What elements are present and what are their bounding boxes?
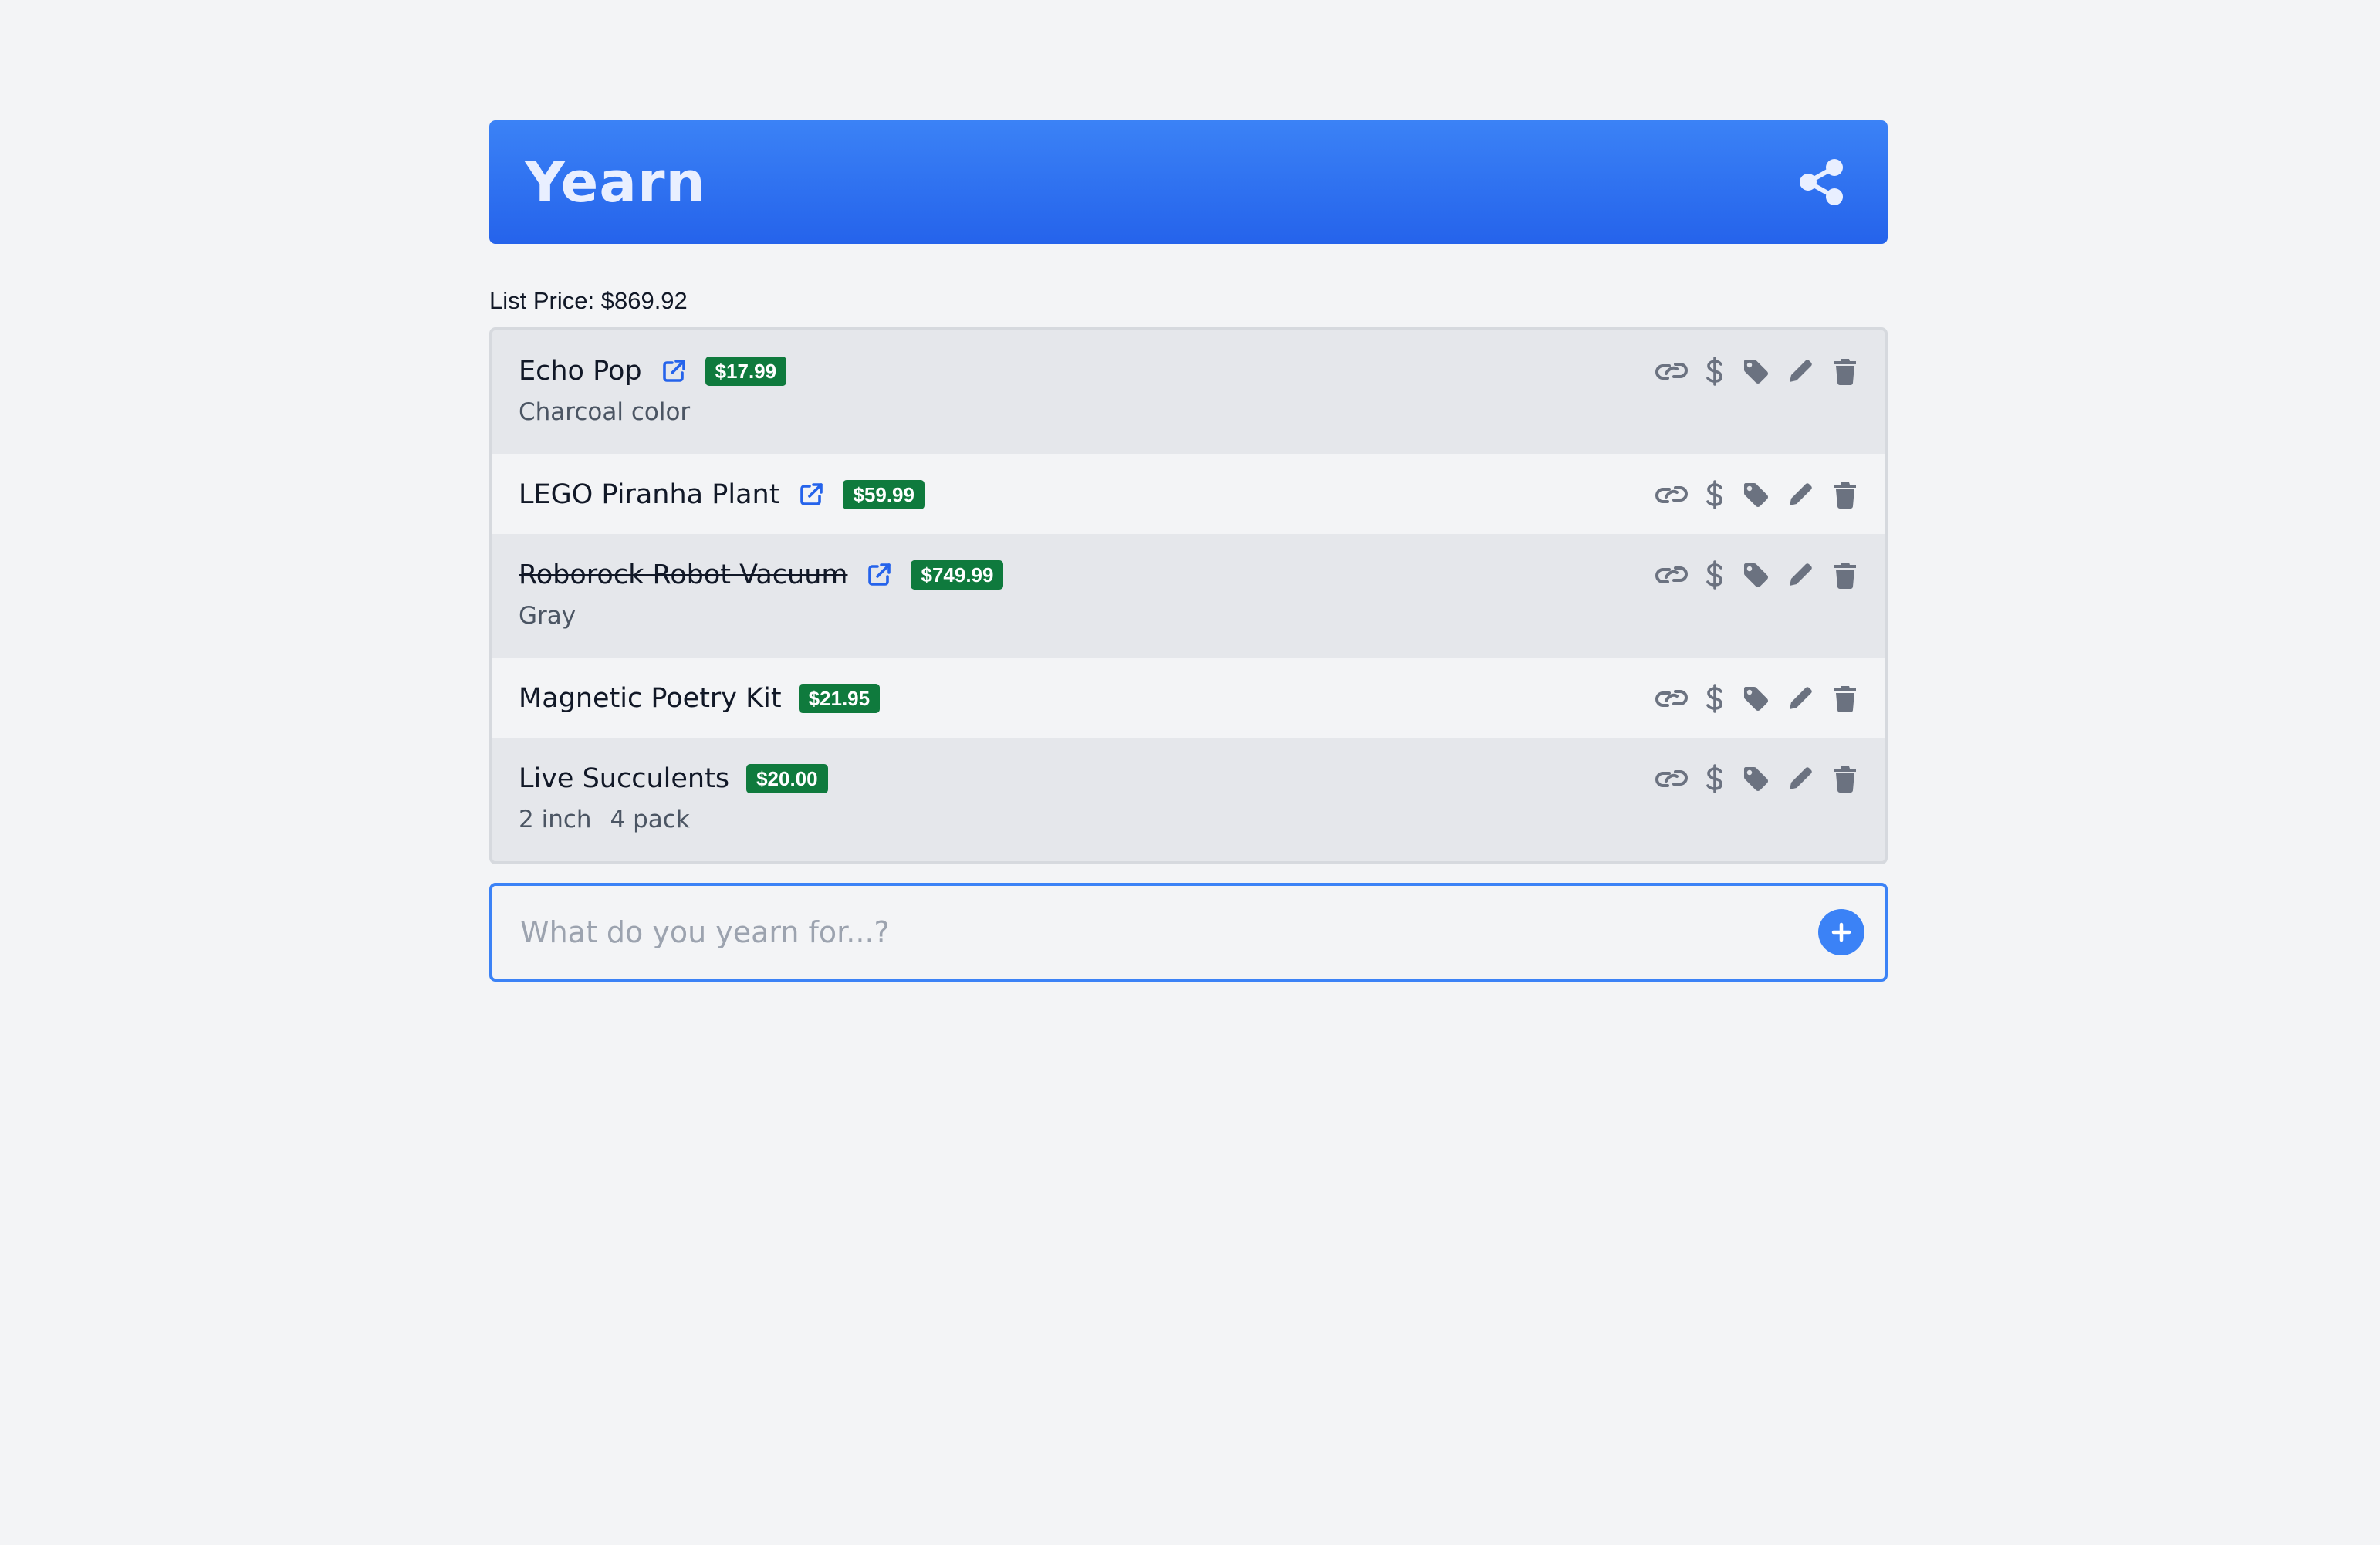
app-header: Yearn [489, 120, 1888, 244]
add-item-form [489, 883, 1888, 982]
item-detail: Gray [519, 602, 576, 630]
external-link-icon[interactable] [659, 357, 688, 386]
item-header: Live Succulents $20.00 [519, 759, 828, 798]
external-link-icon[interactable] [864, 560, 894, 590]
add-item-input[interactable] [519, 914, 1818, 950]
item-actions [1651, 353, 1863, 389]
app-logo: Yearn [525, 150, 706, 215]
dollar-icon[interactable] [1701, 681, 1729, 716]
list-item: Magnetic Poetry Kit $21.95 [492, 658, 1885, 738]
tag-icon[interactable] [1738, 353, 1773, 389]
price-badge: $59.99 [843, 480, 925, 509]
share-icon [1800, 159, 1843, 205]
dollar-icon[interactable] [1701, 477, 1729, 512]
item-header: LEGO Piranha Plant $59.99 [519, 475, 925, 514]
item-details: Charcoal color [519, 398, 690, 426]
link-icon[interactable] [1651, 477, 1692, 512]
item-header: Echo Pop $17.99 [519, 352, 787, 390]
list-item: Roborock Robot Vacuum $749.99 Gray [492, 534, 1885, 658]
pencil-icon[interactable] [1783, 761, 1818, 796]
share-button[interactable] [1795, 154, 1851, 210]
list-item: Echo Pop $17.99 Charcoal color [492, 330, 1885, 454]
dollar-icon[interactable] [1701, 557, 1729, 593]
plus-icon [1831, 922, 1851, 942]
add-item-button[interactable] [1818, 909, 1864, 955]
trash-icon[interactable] [1827, 761, 1863, 796]
item-header: Roborock Robot Vacuum $749.99 [519, 556, 1004, 594]
item-title: Live Succulents [519, 763, 730, 794]
item-details: 2 inch 4 pack [519, 806, 690, 833]
list-item: LEGO Piranha Plant $59.99 [492, 454, 1885, 534]
list-price: List Price: $869.92 [489, 286, 1888, 316]
item-actions [1651, 761, 1863, 796]
dollar-icon[interactable] [1701, 353, 1729, 389]
list-price-label: List Price: [489, 287, 595, 314]
price-badge: $17.99 [705, 357, 787, 386]
item-actions [1651, 557, 1863, 593]
list-item: Live Succulents $20.00 2 inch 4 pack [492, 738, 1885, 861]
trash-icon[interactable] [1827, 477, 1863, 512]
trash-icon[interactable] [1827, 353, 1863, 389]
pencil-icon[interactable] [1783, 477, 1818, 512]
pencil-icon[interactable] [1783, 557, 1818, 593]
pencil-icon[interactable] [1783, 681, 1818, 716]
list-price-value: $869.92 [600, 287, 688, 314]
item-title: LEGO Piranha Plant [519, 479, 780, 510]
item-detail: Charcoal color [519, 398, 691, 426]
item-actions [1651, 477, 1863, 512]
item-detail: 2 inch [519, 806, 592, 833]
link-icon[interactable] [1651, 557, 1692, 593]
item-actions [1651, 681, 1863, 716]
price-badge: $749.99 [911, 560, 1004, 590]
trash-icon[interactable] [1827, 681, 1863, 716]
item-title: Magnetic Poetry Kit [519, 683, 782, 714]
tag-icon[interactable] [1738, 557, 1773, 593]
dollar-icon[interactable] [1701, 761, 1729, 796]
item-title: Echo Pop [519, 356, 642, 387]
item-details: Gray [519, 602, 576, 630]
tag-icon[interactable] [1738, 477, 1773, 512]
price-badge: $20.00 [746, 764, 828, 793]
item-header: Magnetic Poetry Kit $21.95 [519, 679, 881, 718]
item-detail: 4 pack [610, 806, 690, 833]
external-link-icon[interactable] [796, 480, 826, 509]
link-icon[interactable] [1651, 681, 1692, 716]
trash-icon[interactable] [1827, 557, 1863, 593]
tag-icon[interactable] [1738, 761, 1773, 796]
link-icon[interactable] [1651, 353, 1692, 389]
wishlist-items: Echo Pop $17.99 Charcoal color LEGO Piranha… [489, 327, 1888, 864]
pencil-icon[interactable] [1783, 353, 1818, 389]
price-badge: $21.95 [798, 684, 881, 713]
tag-icon[interactable] [1738, 681, 1773, 716]
wishlist-app: Yearn List Price: $869.92 Echo Pop $17.99… [489, 120, 1888, 982]
link-icon[interactable] [1651, 761, 1692, 796]
item-title: Roborock Robot Vacuum [519, 560, 848, 590]
